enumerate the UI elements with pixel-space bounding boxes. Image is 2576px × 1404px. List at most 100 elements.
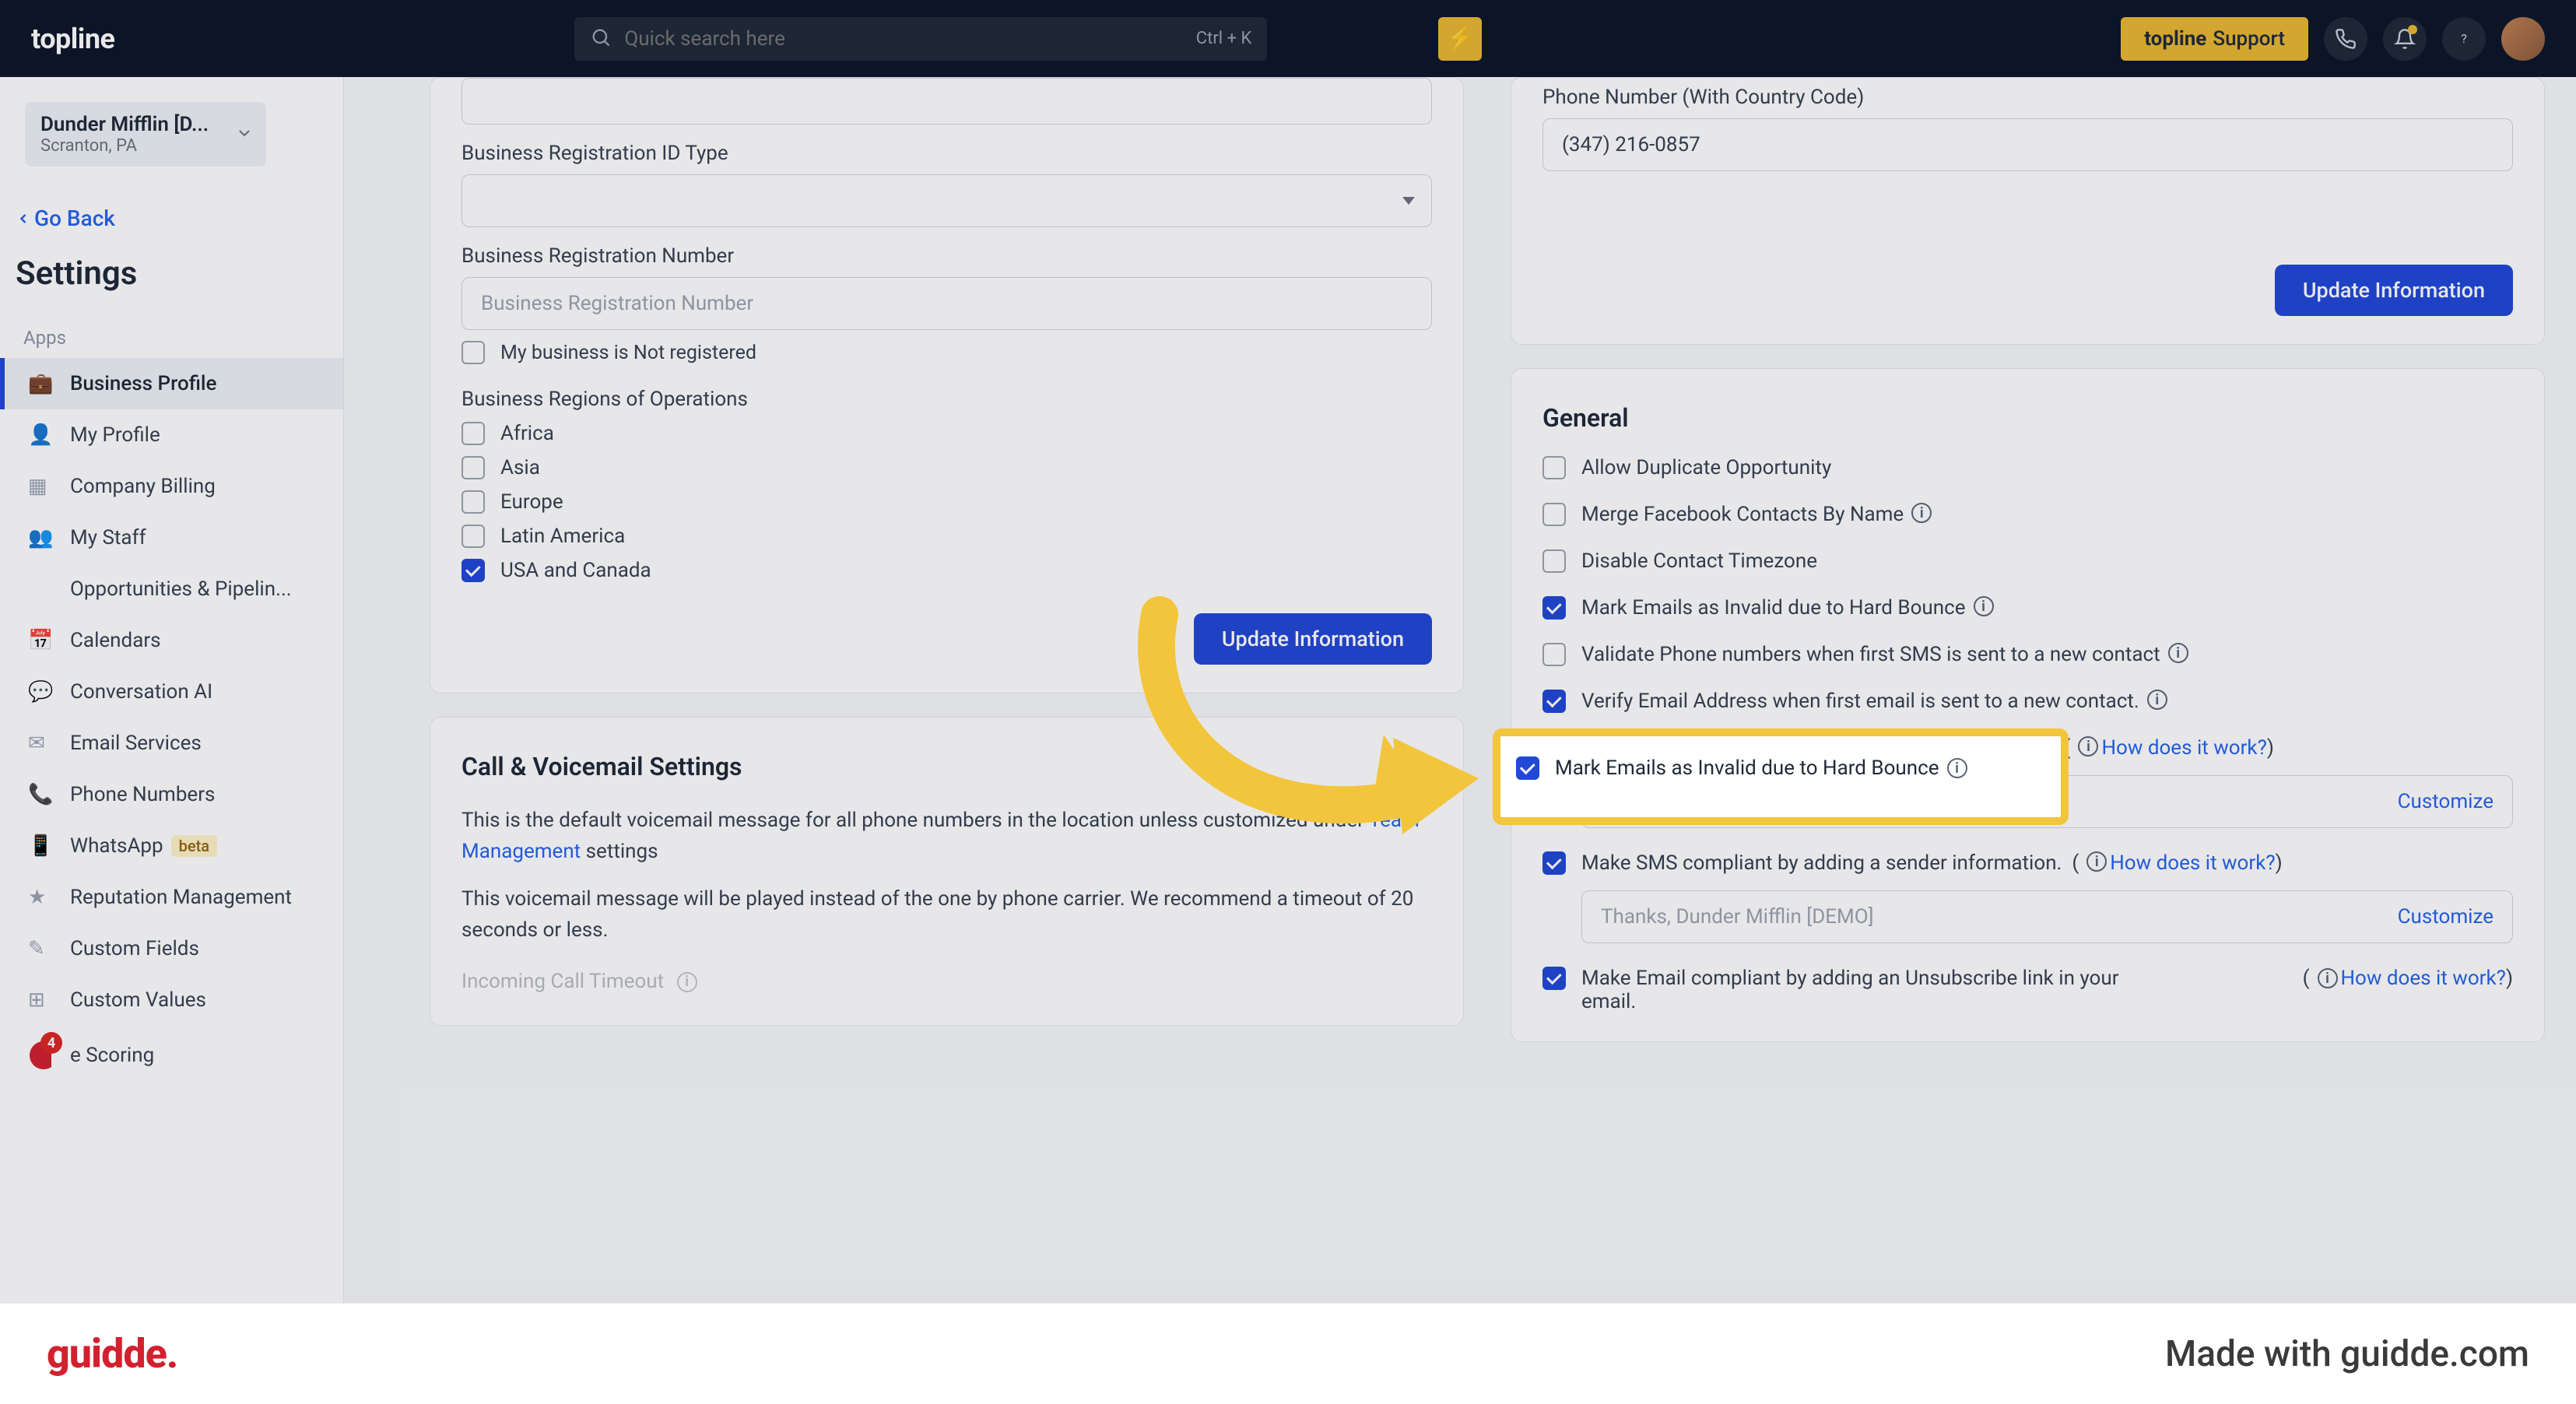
not-registered-row[interactable]: My business is Not registered (462, 341, 1432, 364)
how-does-it-work-link[interactable]: How does it work? (2341, 967, 2506, 990)
sms-optout-text[interactable]: Reply STOP to Unsubscribe Customize (1581, 775, 2513, 828)
sidebar-item-opportunities-pipelin-[interactable]: Opportunities & Pipelin... (0, 563, 343, 615)
checkbox-icon[interactable] (462, 456, 485, 479)
checkbox-icon[interactable] (1542, 549, 1566, 573)
help-icon[interactable]: ? (2442, 17, 2486, 61)
info-icon[interactable]: i (1947, 758, 1967, 778)
guidde-logo: guidde. (47, 1330, 177, 1378)
info-icon[interactable]: i (2168, 643, 2188, 663)
checkbox-icon[interactable] (462, 422, 485, 445)
info-icon[interactable]: i (677, 972, 697, 992)
nav-label: Custom Values (70, 988, 206, 1012)
sidebar-item-company-billing[interactable]: ▦ Company Billing (0, 461, 343, 512)
reg-id-type-label: Business Registration ID Type (462, 142, 1432, 165)
user-avatar[interactable] (2501, 17, 2545, 61)
region-usa-and-canada[interactable]: USA and Canada (462, 559, 1432, 582)
sidebar-item-reputation-management[interactable]: ★Reputation Management (0, 872, 343, 923)
sidebar-item-custom-fields[interactable]: ✎Custom Fields (0, 923, 343, 974)
info-icon[interactable]: i (2318, 968, 2338, 988)
go-back-link[interactable]: Go Back (16, 205, 328, 231)
region-africa[interactable]: Africa (462, 422, 1432, 445)
opt-label: Mark Emails as Invalid due to Hard Bounc… (1555, 756, 1939, 780)
checkbox-icon[interactable] (1542, 967, 1566, 990)
nav-icon: 📅 (28, 629, 51, 652)
checkbox-icon[interactable] (462, 490, 485, 514)
checkbox-icon[interactable] (1542, 596, 1566, 620)
call-section-title: Call & Voicemail Settings (462, 752, 1432, 781)
phone-input[interactable] (1542, 118, 2513, 171)
update-information-button[interactable]: Update Information (1194, 613, 1432, 665)
notifications-icon[interactable] (2383, 17, 2427, 61)
prev-field-bottom[interactable] (462, 78, 1432, 125)
opt-merge-fb[interactable]: Merge Facebook Contacts By Name i (1542, 503, 2513, 526)
checkbox-icon[interactable] (1542, 456, 1566, 479)
sms-sender-text[interactable]: Thanks, Dunder Mifflin [DEMO] Customize (1581, 890, 2513, 943)
location-title: Dunder Mifflin [D... (40, 113, 251, 136)
checkbox-icon[interactable] (462, 525, 485, 548)
opt-label: Verify Email Address when first email is… (1581, 690, 2139, 713)
sidebar-item-calendars[interactable]: 📅Calendars (0, 615, 343, 666)
opt-sms-sender[interactable]: Make SMS compliant by adding a sender in… (1542, 851, 2513, 875)
opt-allow-duplicate[interactable]: Allow Duplicate Opportunity (1542, 456, 2513, 479)
checkbox-icon[interactable] (1516, 756, 1539, 780)
reg-id-type-select[interactable] (462, 174, 1432, 227)
sms-optout-placeholder: Reply STOP to Unsubscribe (1601, 790, 2398, 813)
made-with-text: Made with guidde.com (2165, 1333, 2529, 1375)
update-information-button-right[interactable]: Update Information (2275, 265, 2513, 316)
region-label: Europe (500, 490, 563, 514)
sidebar-item-phone-numbers[interactable]: 📞Phone Numbers (0, 769, 343, 820)
search-icon (590, 26, 612, 51)
info-icon[interactable]: i (2086, 851, 2107, 872)
nav-group-label: Apps (23, 327, 320, 349)
region-asia[interactable]: Asia (462, 456, 1432, 479)
how-does-it-work-link[interactable]: How does it work? (2101, 736, 2266, 760)
info-icon[interactable]: i (1974, 596, 1994, 616)
sidebar-item-e-scoring[interactable]: 4e Scoring (0, 1026, 343, 1085)
bolt-button[interactable]: ⚡ (1438, 17, 1482, 61)
search-shortcut: Ctrl + K (1196, 29, 1252, 48)
nav-label: Phone Numbers (70, 783, 215, 806)
opt-mark-invalid[interactable]: Mark Emails as Invalid due to Hard Bounc… (1542, 596, 2513, 620)
nav-label: Company Billing (70, 475, 216, 498)
checkbox-icon[interactable] (1542, 851, 1566, 875)
how-does-it-work-link[interactable]: How does it work? (2110, 851, 2275, 875)
phone-icon[interactable] (2324, 17, 2367, 61)
info-icon[interactable]: i (2078, 736, 2098, 756)
checkbox-icon[interactable] (1542, 503, 1566, 526)
opt-label: Make Email compliant by adding an Unsubs… (1581, 967, 2142, 1013)
checkbox-icon[interactable] (462, 341, 485, 364)
sidebar-item-my-staff[interactable]: 👥My Staff (0, 512, 343, 563)
sidebar-item-business-profile[interactable]: 💼Business Profile (0, 358, 343, 409)
checkbox-icon[interactable] (462, 559, 485, 582)
info-icon[interactable]: i (1911, 503, 1932, 523)
nav-icon: 4 (28, 1040, 51, 1071)
nav-icon: ▦ (28, 475, 51, 498)
opt-validate-phone[interactable]: Validate Phone numbers when first SMS is… (1542, 643, 2513, 666)
info-icon[interactable]: i (2147, 690, 2167, 710)
sidebar-item-conversation-ai[interactable]: 💬Conversation AI (0, 666, 343, 718)
region-europe[interactable]: Europe (462, 490, 1432, 514)
opt-email-unsub[interactable]: Make Email compliant by adding an Unsubs… (1542, 967, 2513, 1013)
reg-number-input[interactable] (462, 277, 1432, 330)
sidebar-item-custom-values[interactable]: ⊞Custom Values (0, 974, 343, 1026)
sidebar-item-my-profile[interactable]: 👤My Profile (0, 409, 343, 461)
sidebar: Dunder Mifflin [D... Scranton, PA Go Bac… (0, 77, 344, 1404)
customize-link[interactable]: Customize (2398, 790, 2494, 813)
search-input[interactable] (624, 27, 1195, 51)
customize-link[interactable]: Customize (2398, 905, 2494, 928)
global-search[interactable]: Ctrl + K (574, 17, 1267, 61)
region-latin-america[interactable]: Latin America (462, 525, 1432, 548)
opt-verify-email[interactable]: Verify Email Address when first email is… (1542, 690, 2513, 713)
support-button[interactable]: topline Support (2121, 17, 2308, 61)
sidebar-item-whatsapp[interactable]: 📱WhatsAppbeta (0, 820, 343, 872)
nav-icon: ✉ (28, 732, 51, 755)
sidebar-item-email-services[interactable]: ✉Email Services (0, 718, 343, 769)
tutorial-highlight-content: Mark Emails as Invalid due to Hard Bounc… (1516, 756, 1967, 780)
checkbox-icon[interactable] (1542, 643, 1566, 666)
checkbox-icon[interactable] (1542, 690, 1566, 713)
nav-icon: 💬 (28, 680, 51, 704)
nav-label: My Profile (70, 423, 160, 447)
opt-disable-tz[interactable]: Disable Contact Timezone (1542, 549, 2513, 573)
location-switcher[interactable]: Dunder Mifflin [D... Scranton, PA (25, 102, 266, 167)
go-back-label: Go Back (34, 205, 115, 231)
